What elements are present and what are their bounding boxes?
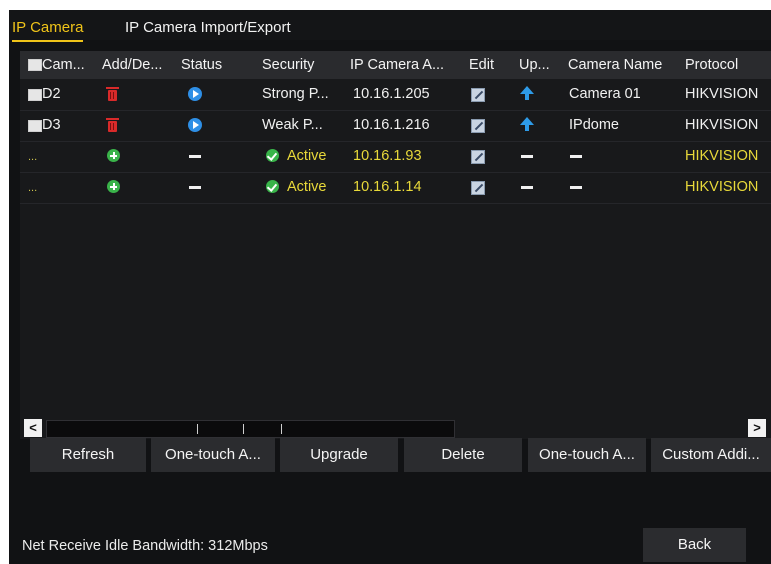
dash-icon <box>521 186 533 189</box>
ip-address: 10.16.1.14 <box>353 179 422 195</box>
net-receive-bandwidth: Net Receive Idle Bandwidth: 312Mbps <box>22 538 268 554</box>
active-check-icon <box>266 180 279 193</box>
scroll-track[interactable] <box>46 420 455 438</box>
row-checkbox[interactable] <box>28 120 42 132</box>
ip-camera-window: IP Camera IP Camera Import/Export Cam...… <box>9 10 771 564</box>
table-row[interactable]: D2 Strong P... 10.16.1.205 Camera 01 HIK… <box>20 79 771 111</box>
security-value: Strong P... <box>262 86 329 102</box>
header-camera-name[interactable]: Camera Name <box>568 57 662 73</box>
camera-id: D3 <box>42 117 61 133</box>
scroll-tick <box>281 424 282 434</box>
protocol: HIKVISION <box>685 86 759 102</box>
ip-address: 10.16.1.216 <box>353 117 430 133</box>
dash-icon <box>189 155 201 158</box>
tab-ip-camera-import-export[interactable]: IP Camera Import/Export <box>125 19 291 36</box>
header-edit[interactable]: Edit <box>469 57 494 73</box>
ip-address: 10.16.1.93 <box>353 148 422 164</box>
security-value: Active <box>287 148 327 164</box>
add-icon[interactable] <box>107 149 120 162</box>
scroll-right-button[interactable]: > <box>748 419 766 437</box>
table-row[interactable]: ... Active 10.16.1.93 HIKVISION <box>20 141 771 173</box>
header-camera[interactable]: Cam... <box>42 57 85 73</box>
camera-name: Camera 01 <box>569 86 641 102</box>
protocol: HIKVISION <box>685 117 759 133</box>
protocol: HIKVISION <box>685 148 759 164</box>
camera-id: D2 <box>42 86 61 102</box>
header-security[interactable]: Security <box>262 57 314 73</box>
camera-table: Cam... Add/De... Status Security IP Came… <box>20 51 771 439</box>
tab-bar: IP Camera IP Camera Import/Export <box>9 10 771 42</box>
select-all-checkbox[interactable] <box>28 59 42 71</box>
header-upgrade[interactable]: Up... <box>519 57 550 73</box>
header-add-delete[interactable]: Add/De... <box>102 57 162 73</box>
header-ip-address[interactable]: IP Camera A... <box>350 57 444 73</box>
upgrade-arrow-icon[interactable] <box>520 117 534 131</box>
upgrade-button[interactable]: Upgrade <box>280 438 398 472</box>
play-icon[interactable] <box>188 87 202 101</box>
camera-name: IPdome <box>569 117 619 133</box>
scroll-tick <box>243 424 244 434</box>
camera-id: ... <box>28 151 38 163</box>
camera-id: ... <box>28 182 38 194</box>
play-icon[interactable] <box>188 118 202 132</box>
header-status[interactable]: Status <box>181 57 222 73</box>
delete-icon[interactable] <box>106 87 119 101</box>
scroll-tick <box>197 424 198 434</box>
custom-adding-button[interactable]: Custom Addi... <box>651 438 771 472</box>
delete-icon[interactable] <box>106 118 119 132</box>
upgrade-arrow-icon[interactable] <box>520 86 534 100</box>
header-protocol[interactable]: Protocol <box>685 57 738 73</box>
one-touch-activate-button[interactable]: One-touch A... <box>151 438 275 472</box>
refresh-button[interactable]: Refresh <box>30 438 146 472</box>
security-value: Weak P... <box>262 117 323 133</box>
tab-ip-camera[interactable]: IP Camera <box>12 19 84 42</box>
row-checkbox[interactable] <box>28 89 42 101</box>
ip-address: 10.16.1.205 <box>353 86 430 102</box>
dash-icon <box>570 155 582 158</box>
one-touch-adding-button[interactable]: One-touch A... <box>528 438 646 472</box>
table-row[interactable]: D3 Weak P... 10.16.1.216 IPdome HIKVISIO… <box>20 110 771 142</box>
edit-icon[interactable] <box>471 181 485 195</box>
edit-icon[interactable] <box>471 119 485 133</box>
table-row[interactable]: ... Active 10.16.1.14 HIKVISION <box>20 172 771 204</box>
horizontal-scrollbar[interactable]: < > <box>20 417 771 439</box>
dash-icon <box>521 155 533 158</box>
delete-button[interactable]: Delete <box>404 438 522 472</box>
dash-icon <box>570 186 582 189</box>
security-value: Active <box>287 179 327 195</box>
edit-icon[interactable] <box>471 150 485 164</box>
add-icon[interactable] <box>107 180 120 193</box>
active-check-icon <box>266 149 279 162</box>
back-button[interactable]: Back <box>643 528 746 562</box>
dash-icon <box>189 186 201 189</box>
table-header: Cam... Add/De... Status Security IP Came… <box>20 51 771 79</box>
protocol: HIKVISION <box>685 179 759 195</box>
edit-icon[interactable] <box>471 88 485 102</box>
scroll-left-button[interactable]: < <box>24 419 42 437</box>
